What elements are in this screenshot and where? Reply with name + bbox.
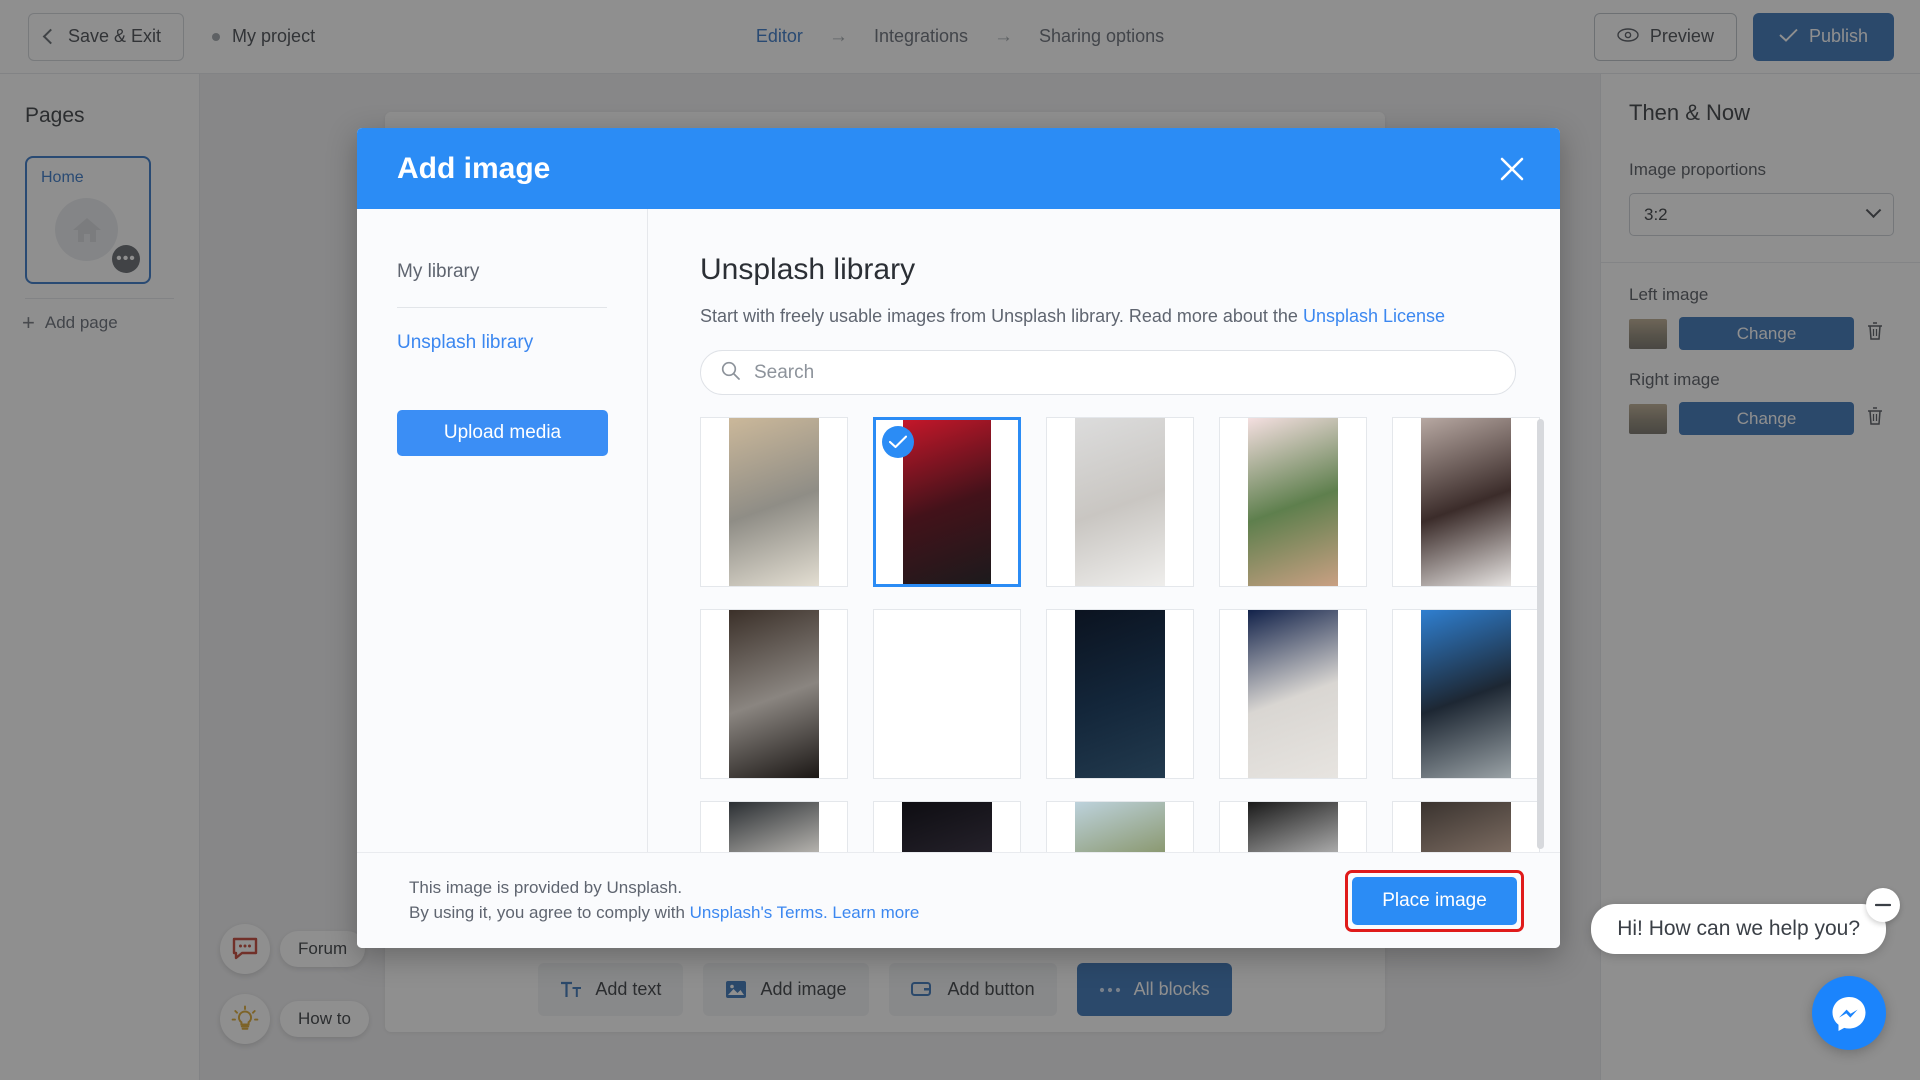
tab-unsplash-library[interactable]: Unsplash library xyxy=(397,332,607,354)
image-thumbnail xyxy=(1074,802,1166,852)
sidebar-divider xyxy=(397,307,607,308)
image-grid-item[interactable] xyxy=(1046,417,1194,587)
image-grid-item[interactable] xyxy=(1046,609,1194,779)
chat-minimize-button[interactable] xyxy=(1866,888,1900,922)
image-grid-item[interactable] xyxy=(1046,801,1194,852)
unsplash-license-link[interactable]: Unsplash License xyxy=(1303,306,1445,326)
image-grid-item[interactable] xyxy=(700,417,848,587)
modal-footer: This image is provided by Unsplash. By u… xyxy=(357,852,1560,948)
modal-main: Unsplash library Start with freely usabl… xyxy=(648,209,1560,852)
selected-check-badge xyxy=(882,426,914,458)
chat-widget: Hi! How can we help you? xyxy=(1591,888,1900,1050)
chat-greeting-text: Hi! How can we help you? xyxy=(1617,917,1860,940)
attribution-line-1: This image is provided by Unsplash. xyxy=(409,877,683,897)
image-grid-item[interactable] xyxy=(1219,609,1367,779)
attribution-line-2-text: By using it, you agree to comply with xyxy=(409,902,690,922)
image-thumbnail xyxy=(901,802,993,852)
image-grid-item[interactable] xyxy=(700,801,848,852)
attribution-text: This image is provided by Unsplash. By u… xyxy=(409,876,919,925)
modal-header: Add image xyxy=(357,128,1560,209)
messenger-icon xyxy=(1832,997,1866,1031)
modal-body: My library Unsplash library Upload media… xyxy=(357,209,1560,852)
close-button[interactable] xyxy=(1492,149,1532,189)
image-grid-scroll xyxy=(648,395,1560,852)
image-thumbnail xyxy=(902,610,993,778)
image-grid-item[interactable] xyxy=(873,417,1021,587)
search-field-wrap[interactable] xyxy=(700,350,1516,395)
search-input[interactable] xyxy=(754,361,1495,384)
image-grid-item[interactable] xyxy=(873,609,1021,779)
upload-media-button[interactable]: Upload media xyxy=(397,410,608,456)
image-thumbnail xyxy=(1074,610,1166,778)
messenger-button[interactable] xyxy=(1812,976,1886,1050)
place-image-highlight: Place image xyxy=(1345,869,1524,932)
add-image-modal: Add image My library Unsplash library Up… xyxy=(357,128,1560,948)
attribution-line-2: By using it, you agree to comply with Un… xyxy=(409,901,919,926)
unsplash-subtitle-text: Start with freely usable images from Uns… xyxy=(700,306,1303,326)
image-grid-item[interactable] xyxy=(873,801,1021,852)
close-icon xyxy=(1500,157,1524,180)
unsplash-subtitle: Start with freely usable images from Uns… xyxy=(700,306,1516,327)
modal-main-header: Unsplash library Start with freely usabl… xyxy=(648,209,1560,395)
image-thumbnail xyxy=(1420,418,1512,586)
unsplash-image-grid xyxy=(700,417,1540,852)
image-grid-item[interactable] xyxy=(1392,609,1540,779)
minimize-icon xyxy=(1875,903,1891,907)
image-thumbnail xyxy=(728,418,820,586)
image-thumbnail xyxy=(728,610,820,778)
image-grid-item[interactable] xyxy=(1392,801,1540,852)
image-thumbnail xyxy=(1247,802,1339,852)
image-thumbnail xyxy=(1420,610,1512,778)
image-grid-item[interactable] xyxy=(1219,417,1367,587)
image-thumbnail xyxy=(1247,418,1339,586)
image-grid-item[interactable] xyxy=(1219,801,1367,852)
image-thumbnail xyxy=(1247,610,1339,778)
modal-title: Add image xyxy=(397,151,551,185)
image-thumbnail xyxy=(1074,418,1166,586)
chat-greeting-bubble[interactable]: Hi! How can we help you? xyxy=(1591,888,1900,954)
grid-scrollbar[interactable] xyxy=(1537,419,1544,849)
unsplash-heading: Unsplash library xyxy=(700,253,916,286)
place-image-button[interactable]: Place image xyxy=(1352,876,1517,925)
image-grid-item[interactable] xyxy=(1392,417,1540,587)
search-icon xyxy=(721,361,740,385)
image-grid-item[interactable] xyxy=(700,609,848,779)
image-thumbnail xyxy=(902,420,992,584)
image-thumbnail xyxy=(1420,802,1512,852)
modal-sidebar: My library Unsplash library Upload media xyxy=(357,209,648,852)
tab-my-library[interactable]: My library xyxy=(397,261,607,283)
unsplash-terms-link[interactable]: Unsplash's Terms. Learn more xyxy=(690,903,920,922)
image-thumbnail xyxy=(728,802,820,852)
